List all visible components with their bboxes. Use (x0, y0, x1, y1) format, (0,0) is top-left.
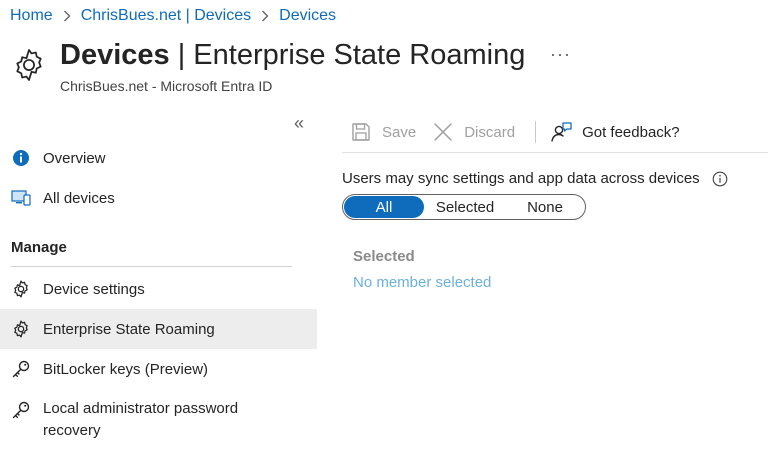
command-bar: Save Discard Got feedback? (342, 116, 768, 148)
sync-scope-toggle: All Selected None (342, 194, 586, 220)
divider (342, 152, 768, 153)
section-title-manage: Manage (11, 239, 67, 256)
breadcrumb-home[interactable]: Home (10, 7, 53, 25)
breadcrumb-devices[interactable]: Devices (279, 7, 336, 25)
more-options-button[interactable]: ··· (550, 44, 571, 65)
save-label: Save (382, 123, 417, 141)
sidebar-item-label: Overview (43, 149, 106, 167)
sync-setting-text: Users may sync settings and app data acr… (342, 170, 700, 187)
selected-title: Selected (353, 248, 415, 265)
info-icon (11, 148, 31, 168)
save-icon (350, 121, 372, 143)
gear-icon (11, 279, 31, 299)
sidebar-item-label: Enterprise State Roaming (43, 320, 215, 338)
sidebar-item-label: Local administrator password recovery (43, 400, 239, 439)
sidebar-item-bitlocker-keys[interactable]: BitLocker keys (Preview) (0, 349, 317, 389)
devices-icon (11, 188, 31, 208)
page-title: Devices | Enterprise State Roaming (60, 39, 525, 72)
toggle-option-selected[interactable]: Selected (424, 196, 506, 218)
key-icon (11, 400, 31, 420)
sidebar-item-local-admin-password-recovery[interactable]: Local administrator password recovery (0, 400, 317, 448)
toggle-option-none[interactable]: None (506, 196, 584, 218)
toggle-option-all[interactable]: All (344, 196, 424, 218)
page-title-bold: Devices (60, 39, 170, 71)
divider (11, 266, 292, 267)
sidebar-item-label: All devices (43, 189, 115, 207)
sidebar-item-enterprise-state-roaming[interactable]: Enterprise State Roaming (0, 309, 317, 349)
toolbar-divider (535, 121, 537, 143)
sidebar-item-label: Device settings (43, 280, 145, 298)
page-subtitle: ChrisBues.net - Microsoft Entra ID (60, 78, 273, 94)
no-member-selected-link[interactable]: No member selected (353, 274, 491, 291)
discard-label: Discard (464, 123, 516, 141)
sync-setting-label: Users may sync settings and app data acr… (342, 170, 728, 187)
breadcrumb-devices-blade[interactable]: ChrisBues.net | Devices (81, 7, 251, 25)
discard-button[interactable]: Discard (432, 121, 515, 143)
key-icon (11, 359, 31, 379)
chevron-right-icon (63, 10, 71, 22)
breadcrumb: Home ChrisBues.net | Devices Devices (10, 6, 336, 26)
sidebar-item-all-devices[interactable]: All devices (0, 178, 317, 218)
sidebar-item-label: BitLocker keys (Preview) (43, 360, 209, 378)
gear-icon (10, 46, 48, 84)
save-button[interactable]: Save (350, 121, 416, 143)
sidebar-item-device-settings[interactable]: Device settings (0, 269, 317, 309)
page-title-rest: | Enterprise State Roaming (169, 39, 526, 71)
gear-icon (11, 319, 31, 339)
chevron-right-icon (261, 10, 269, 22)
info-tooltip-icon[interactable] (712, 171, 728, 187)
close-icon (432, 121, 454, 143)
sidebar-item-overview[interactable]: Overview (0, 138, 317, 178)
collapse-sidebar-button[interactable]: « (294, 113, 304, 134)
feedback-icon (550, 121, 572, 143)
feedback-button[interactable]: Got feedback? (550, 121, 680, 143)
feedback-label: Got feedback? (582, 123, 680, 141)
